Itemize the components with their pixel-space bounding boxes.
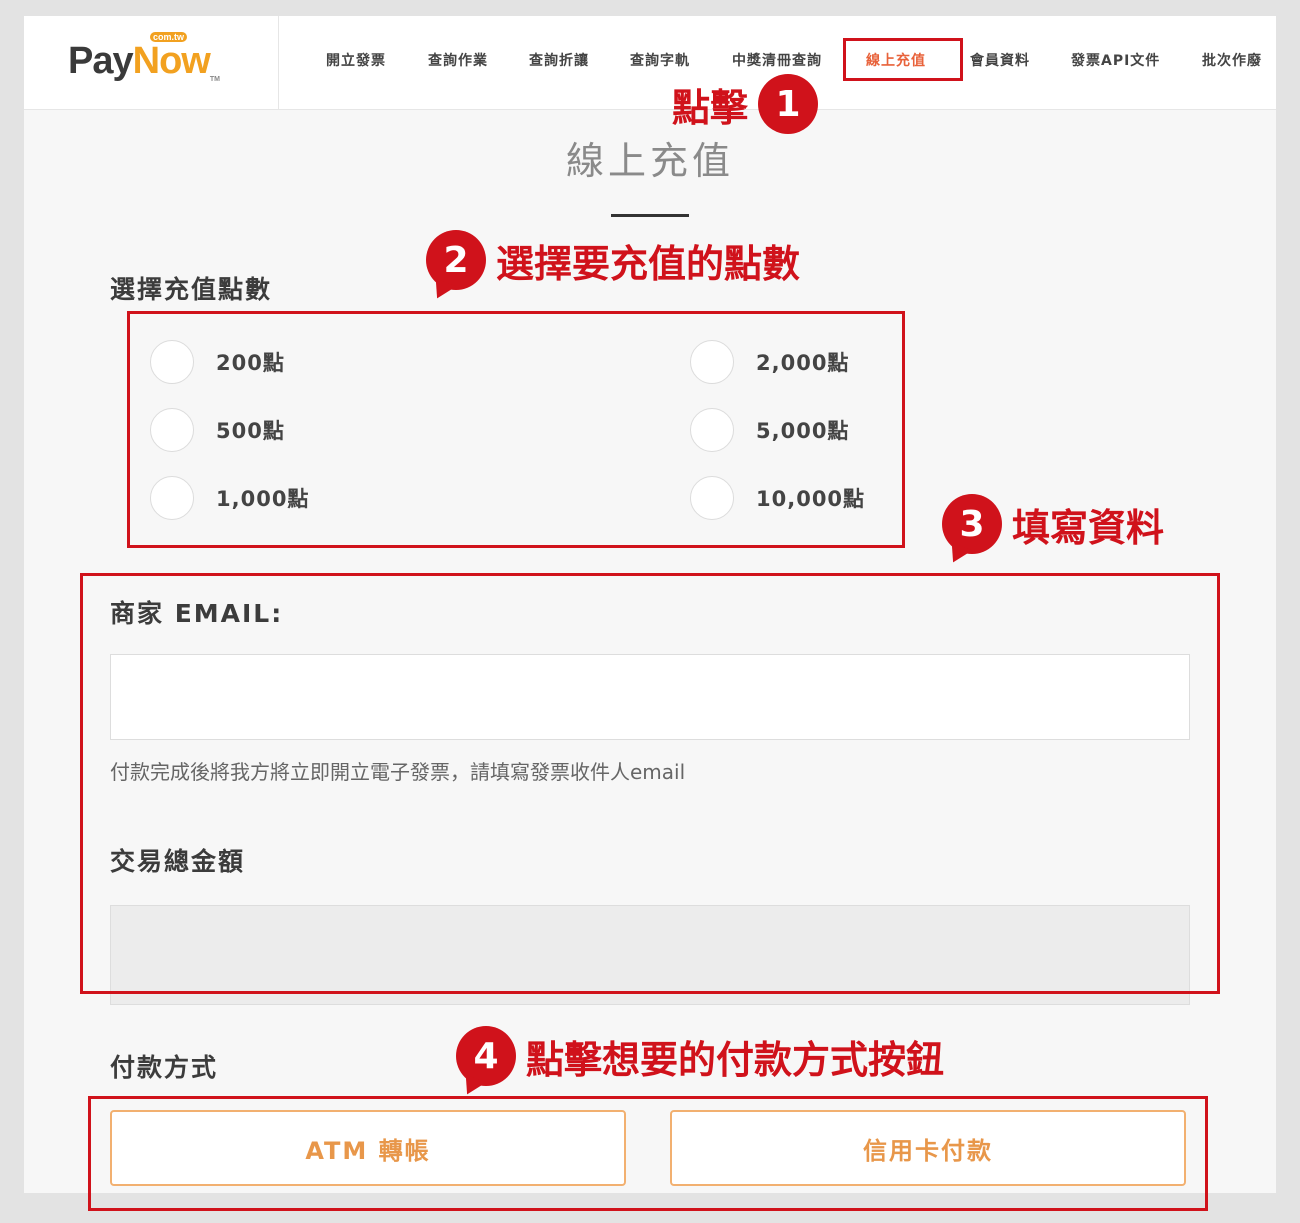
step1-badge: 1 bbox=[758, 74, 819, 134]
radio-500[interactable] bbox=[150, 408, 194, 452]
logo-tm: TM bbox=[209, 76, 220, 83]
logo-comtw: com.tw bbox=[150, 32, 188, 42]
step3-badge: 3 bbox=[942, 494, 1002, 554]
callout-step2: 2 選擇要充值的點數 bbox=[426, 230, 800, 290]
option-label: 200點 bbox=[216, 351, 285, 375]
points-label: 選擇充值點數 bbox=[110, 275, 273, 304]
option-label: 2,000點 bbox=[756, 351, 850, 375]
site-header: PayNowTM com.tw 開立發票 查詢作業 查詢折讓 查詢字軌 中獎清冊… bbox=[24, 16, 1276, 110]
option-label: 10,000點 bbox=[756, 487, 866, 511]
callout-step1: 點擊 1 bbox=[672, 74, 819, 134]
option-10000[interactable]: 10,000點 bbox=[690, 474, 865, 522]
credit-card-button[interactable]: 信用卡付款 bbox=[670, 1110, 1186, 1186]
nav-batch-void[interactable]: 批次作廢 bbox=[1202, 50, 1262, 72]
page-frame: PayNowTM com.tw 開立發票 查詢作業 查詢折讓 查詢字軌 中獎清冊… bbox=[24, 16, 1276, 1193]
option-1000[interactable]: 1,000點 bbox=[150, 474, 309, 522]
logo-cell: PayNowTM com.tw bbox=[24, 16, 279, 109]
option-5000[interactable]: 5,000點 bbox=[690, 406, 849, 454]
email-hint: 付款完成後將我方將立即開立電子發票，請填寫發票收件人email bbox=[110, 760, 686, 784]
title-divider bbox=[611, 214, 689, 217]
option-200[interactable]: 200點 bbox=[150, 338, 285, 386]
callout-step1-text: 點擊 bbox=[672, 85, 749, 130]
callout-step4: 4 點擊想要的付款方式按鈕 bbox=[456, 1026, 944, 1086]
nav-online-topup[interactable]: 線上充值 bbox=[866, 50, 926, 72]
callout-step4-text: 點擊想要的付款方式按鈕 bbox=[526, 1037, 945, 1082]
radio-2000[interactable] bbox=[690, 340, 734, 384]
email-field[interactable] bbox=[110, 654, 1190, 740]
nav-api-docs[interactable]: 發票API文件 bbox=[1071, 50, 1160, 72]
option-500[interactable]: 500點 bbox=[150, 406, 285, 454]
callout-step2-text: 選擇要充值的點數 bbox=[496, 241, 801, 286]
option-label: 5,000點 bbox=[756, 419, 850, 443]
payment-label: 付款方式 bbox=[110, 1053, 219, 1082]
nav-query-track[interactable]: 查詢字軌 bbox=[630, 50, 690, 72]
nav-query-allowance[interactable]: 查詢折讓 bbox=[529, 50, 589, 72]
step2-badge: 2 bbox=[426, 230, 486, 290]
option-2000[interactable]: 2,000點 bbox=[690, 338, 849, 386]
nav-issue-invoice[interactable]: 開立發票 bbox=[326, 50, 386, 72]
logo-n: N bbox=[132, 40, 160, 82]
callout-step3-text: 填寫資料 bbox=[1012, 505, 1165, 550]
page-title: 線上充值 bbox=[565, 139, 734, 183]
logo-o: o bbox=[159, 40, 182, 82]
amount-field bbox=[110, 905, 1190, 1005]
nav-prize-list[interactable]: 中獎清冊查詢 bbox=[732, 50, 822, 72]
paynow-logo[interactable]: PayNowTM com.tw bbox=[68, 32, 220, 88]
radio-200[interactable] bbox=[150, 340, 194, 384]
option-label: 1,000點 bbox=[216, 487, 310, 511]
callout-step3: 3 填寫資料 bbox=[942, 494, 1164, 554]
logo-pay: Pay bbox=[68, 40, 134, 82]
option-label: 500點 bbox=[216, 419, 285, 443]
radio-10000[interactable] bbox=[690, 476, 734, 520]
radio-1000[interactable] bbox=[150, 476, 194, 520]
amount-label: 交易總金額 bbox=[110, 847, 246, 876]
logo-w: w bbox=[181, 40, 211, 82]
radio-5000[interactable] bbox=[690, 408, 734, 452]
email-label: 商家 EMAIL: bbox=[110, 599, 284, 628]
step4-badge: 4 bbox=[456, 1026, 516, 1086]
nav-query[interactable]: 查詢作業 bbox=[428, 50, 488, 72]
nav-member[interactable]: 會員資料 bbox=[970, 50, 1030, 72]
atm-transfer-button[interactable]: ATM 轉帳 bbox=[110, 1110, 626, 1186]
